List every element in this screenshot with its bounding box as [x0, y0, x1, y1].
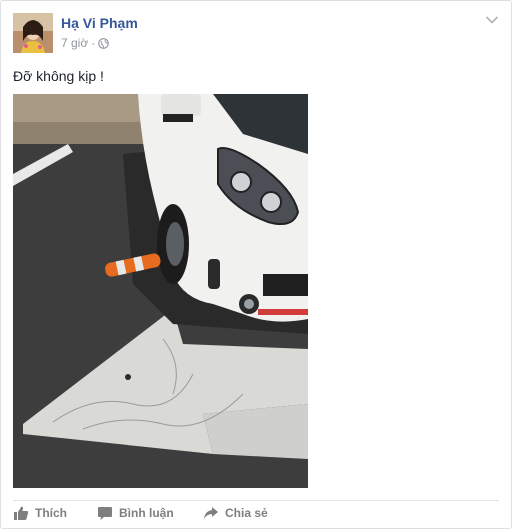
author-name[interactable]: Hạ Vi Phạm	[61, 15, 138, 31]
comment-icon	[98, 507, 112, 520]
post-time[interactable]: 7 giờ	[61, 36, 88, 50]
avatar[interactable]	[13, 13, 53, 53]
like-button[interactable]: Thích	[13, 505, 67, 521]
comment-button[interactable]: Bình luận	[97, 505, 174, 521]
meta-separator: ·	[91, 36, 96, 50]
share-button[interactable]: Chia sẻ	[203, 505, 268, 521]
post-meta: 7 giờ ·	[61, 36, 110, 50]
photo-image	[13, 94, 308, 488]
share-label: Chia sẻ	[225, 506, 268, 520]
globe-icon[interactable]	[98, 37, 110, 49]
like-label: Thích	[35, 506, 67, 520]
share-icon	[204, 507, 218, 519]
post-photo[interactable]	[13, 94, 308, 488]
avatar-image	[13, 13, 53, 53]
post-text: Đỡ không kịp !	[13, 68, 104, 84]
actions-divider	[13, 500, 499, 501]
thumbs-up-icon	[14, 506, 29, 520]
chevron-down-icon[interactable]	[485, 15, 499, 25]
post-card: Hạ Vi Phạm 7 giờ · Đỡ không kịp ! Thích …	[0, 0, 512, 529]
comment-label: Bình luận	[119, 506, 174, 520]
